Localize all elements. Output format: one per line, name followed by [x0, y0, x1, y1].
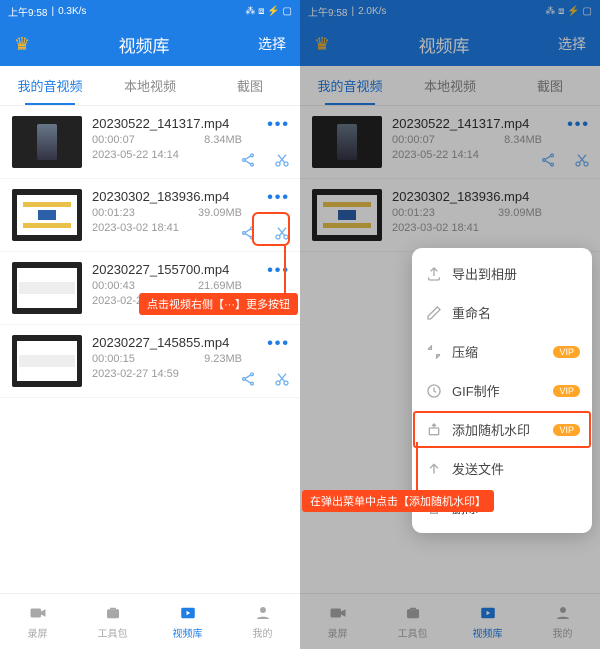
share-icon[interactable]	[240, 371, 256, 387]
callout-text: 在弹出菜单中点击【添加随机水印】	[302, 490, 494, 512]
header: ♛ 视频库 选择	[300, 22, 600, 66]
share-icon[interactable]	[240, 152, 256, 168]
video-name: 20230522_141317.mp4	[92, 116, 288, 131]
video-thumb	[312, 116, 382, 168]
cut-icon[interactable]	[274, 225, 290, 241]
callout-arrow	[416, 442, 418, 492]
callout-arrow	[284, 246, 286, 294]
phone-right: 上午9:58|2.0K/s ⁂ ⧈ ⚡ ▢ ♛ 视频库 选择 我的音视频 本地视…	[300, 0, 600, 649]
vip-badge: VIP	[553, 424, 580, 436]
status-time: 上午9:58	[8, 4, 47, 19]
select-button[interactable]: 选择	[258, 34, 286, 54]
nav-record[interactable]: 录屏	[300, 594, 375, 649]
status-speed: 0.3K/s	[58, 6, 86, 17]
phone-left: 上午9:58|0.3K/s ⁂ ⧈ ⚡ ▢ ♛ 视频库 选择 我的音视频 本地视…	[0, 0, 300, 649]
crown-icon[interactable]: ♛	[14, 34, 30, 55]
nav-me[interactable]: 我的	[225, 594, 300, 649]
video-thumb	[12, 335, 82, 387]
statusbar: 上午9:58|0.3K/s ⁂ ⧈ ⚡ ▢	[0, 0, 300, 22]
video-name: 20230227_155700.mp4	[92, 262, 288, 277]
more-button[interactable]: •••	[567, 116, 590, 134]
header-title: 视频库	[419, 32, 470, 57]
bottom-nav: 录屏 工具包 视频库 我的	[0, 593, 300, 649]
menu-send[interactable]: 发送文件	[412, 449, 592, 488]
menu-rename[interactable]: 重命名	[412, 293, 592, 332]
callout-text: 点击视频右侧【···】更多按钮	[139, 293, 298, 315]
list-item[interactable]: 20230227_145855.mp4 00:00:159.23MB 2023-…	[0, 325, 300, 398]
nav-library[interactable]: 视频库	[450, 594, 525, 649]
more-button[interactable]: •••	[267, 335, 290, 353]
status-icons: ⁂ ⧈ ⚡ ▢	[245, 6, 292, 17]
header: ♛ 视频库 选择	[0, 22, 300, 66]
video-name: 20230302_183936.mp4	[392, 189, 588, 204]
video-name: 20230302_183936.mp4	[92, 189, 288, 204]
more-button[interactable]: •••	[267, 262, 290, 280]
menu-export[interactable]: 导出到相册	[412, 254, 592, 293]
video-name: 20230227_145855.mp4	[92, 335, 288, 350]
vip-badge: VIP	[553, 346, 580, 358]
tabs: 我的音视频 本地视频 截图	[0, 66, 300, 106]
video-thumb	[12, 189, 82, 241]
statusbar: 上午9:58|2.0K/s ⁂ ⧈ ⚡ ▢	[300, 0, 600, 22]
menu-gif[interactable]: GIF制作VIP	[412, 371, 592, 410]
menu-watermark[interactable]: 添加随机水印VIP	[412, 410, 592, 449]
status-time: 上午9:58	[308, 4, 347, 19]
list-item[interactable]: 20230522_141317.mp4 00:00:078.34MB 2023-…	[300, 106, 600, 179]
nav-tools[interactable]: 工具包	[375, 594, 450, 649]
cut-icon[interactable]	[274, 152, 290, 168]
status-icons: ⁂ ⧈ ⚡ ▢	[545, 6, 592, 17]
list-item[interactable]: 20230302_183936.mp4 00:01:2339.09MB 2023…	[0, 179, 300, 252]
more-button[interactable]: •••	[267, 116, 290, 134]
video-thumb	[312, 189, 382, 241]
video-thumb	[12, 262, 82, 314]
tab-screenshot[interactable]: 截图	[500, 66, 600, 105]
tabs: 我的音视频 本地视频 截图	[300, 66, 600, 106]
nav-me[interactable]: 我的	[525, 594, 600, 649]
video-name: 20230522_141317.mp4	[392, 116, 588, 131]
tab-local[interactable]: 本地视频	[100, 66, 200, 105]
tab-screenshot[interactable]: 截图	[200, 66, 300, 105]
video-thumb	[12, 116, 82, 168]
select-button[interactable]: 选择	[558, 34, 586, 54]
share-icon[interactable]	[540, 152, 556, 168]
list-item[interactable]: 20230302_183936.mp4 00:01:2339.09MB 2023…	[300, 179, 600, 252]
tab-my-media[interactable]: 我的音视频	[0, 66, 100, 105]
status-speed: 2.0K/s	[358, 6, 386, 17]
cut-icon[interactable]	[274, 371, 290, 387]
more-button[interactable]: •••	[267, 189, 290, 207]
tab-local[interactable]: 本地视频	[400, 66, 500, 105]
share-icon[interactable]	[240, 225, 256, 241]
nav-library[interactable]: 视频库	[150, 594, 225, 649]
menu-compress[interactable]: 压缩VIP	[412, 332, 592, 371]
vip-badge: VIP	[553, 385, 580, 397]
video-list: 20230522_141317.mp4 00:00:078.34MB 2023-…	[0, 106, 300, 593]
cut-icon[interactable]	[574, 152, 590, 168]
list-item[interactable]: 20230522_141317.mp4 00:00:078.34MB 2023-…	[0, 106, 300, 179]
nav-record[interactable]: 录屏	[0, 594, 75, 649]
header-title: 视频库	[119, 32, 170, 57]
bottom-nav: 录屏 工具包 视频库 我的	[300, 593, 600, 649]
crown-icon[interactable]: ♛	[314, 34, 330, 55]
nav-tools[interactable]: 工具包	[75, 594, 150, 649]
tab-my-media[interactable]: 我的音视频	[300, 66, 400, 105]
